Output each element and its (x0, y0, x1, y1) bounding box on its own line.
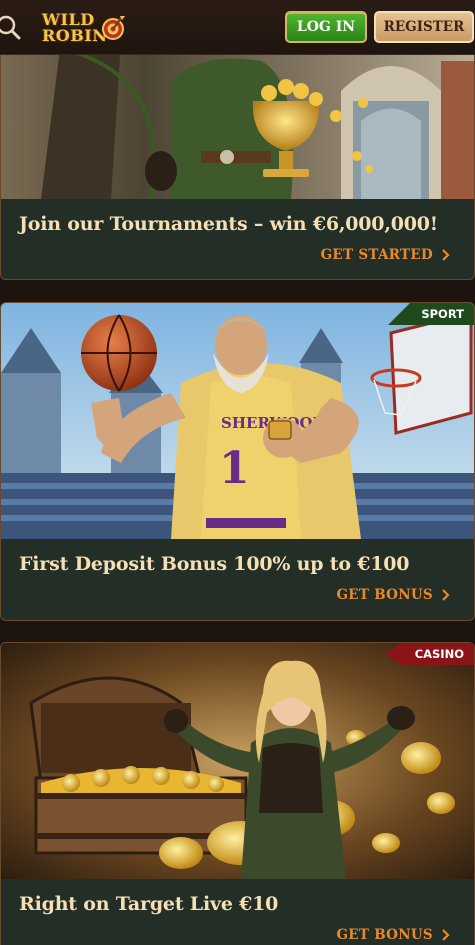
svg-text:1: 1 (219, 443, 250, 494)
cta-label: GET BONUS (336, 587, 433, 603)
logo-text-robin: ROBIN (42, 26, 108, 45)
card-title: Join our Tournaments – win €6,000,000! (19, 213, 438, 235)
wild-robin-logo[interactable]: WILD ROBIN (42, 8, 126, 46)
promo-image-robin-trophy (1, 41, 474, 199)
target-icon (102, 16, 125, 40)
get-started-link[interactable]: GET STARTED (321, 247, 450, 263)
register-button[interactable]: REGISTER (374, 11, 474, 43)
promo-card-tournaments[interactable]: Join our Tournaments – win €6,000,000! G… (0, 40, 475, 280)
casino-badge: CASINO (384, 643, 474, 665)
promo-card-sport[interactable]: SHERWOOD 1 SPORT First Deposit Bonus 100… (0, 302, 475, 621)
get-bonus-link[interactable]: GET BONUS (336, 927, 450, 943)
badge-label: SPORT (421, 307, 464, 321)
login-button[interactable]: LOG IN (285, 11, 367, 43)
get-bonus-link[interactable]: GET BONUS (336, 587, 450, 603)
cta-label: GET BONUS (336, 927, 433, 943)
promo-card-casino[interactable]: CASINO Right on Target Live €10 GET BONU… (0, 642, 475, 945)
chevron-right-icon (442, 589, 450, 601)
badge-label: CASINO (414, 647, 464, 661)
chevron-right-icon (442, 929, 450, 941)
promo-image-basketball: SHERWOOD 1 (1, 303, 474, 539)
top-header: WILD ROBIN LOG IN REGISTER (0, 0, 475, 55)
cta-label: GET STARTED (320, 247, 433, 263)
promo-image-treasure-archer (1, 643, 474, 879)
card-title: Right on Target Live €10 (19, 893, 279, 915)
search-icon[interactable] (0, 13, 24, 41)
chevron-right-icon (442, 249, 450, 261)
card-title: First Deposit Bonus 100% up to €100 (19, 553, 410, 575)
